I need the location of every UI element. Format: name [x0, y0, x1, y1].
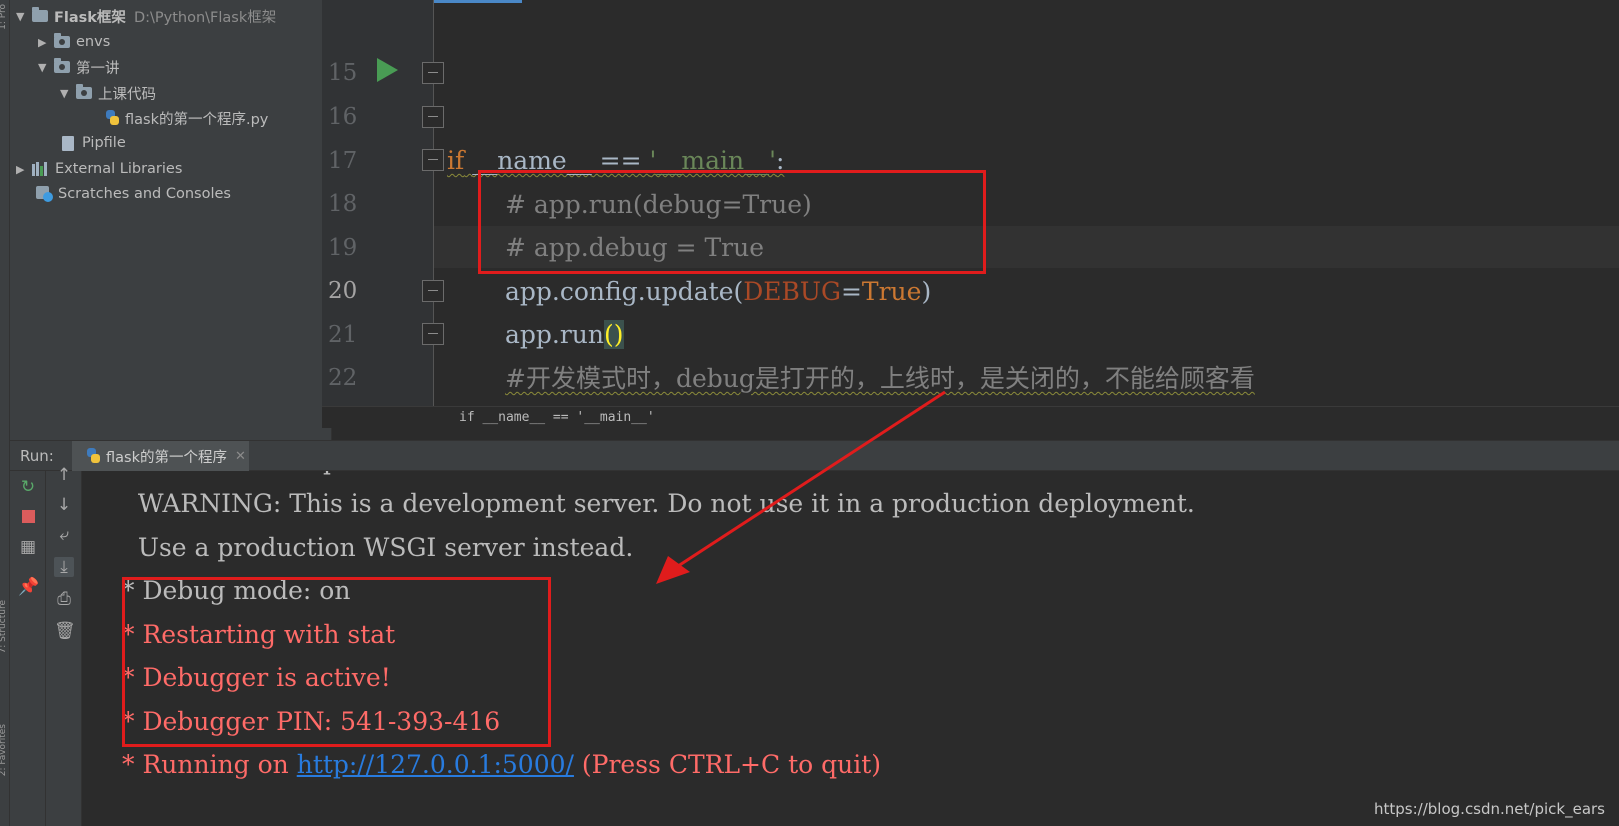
structure-tool-tab[interactable]: 7: Structure [0, 600, 8, 654]
folder-icon [76, 84, 92, 99]
tree-item-label: Pipfile [82, 135, 126, 151]
run-toolbar: ↻ ▦ 📌 [10, 471, 46, 826]
scratches-icon [36, 186, 54, 202]
breadcrumb-item[interactable]: if __name__ == '__main__' [459, 410, 655, 425]
python-icon [86, 447, 101, 465]
tree-item-lecture1[interactable]: ▼ 第一讲 [38, 55, 120, 79]
soft-wrap-icon[interactable]: ⤶ [54, 525, 74, 545]
tree-item-scratches[interactable]: Scratches and Consoles [36, 182, 231, 206]
tree-item-label: 上课代码 [98, 86, 156, 103]
stop-button[interactable] [18, 507, 38, 527]
python-file-icon [105, 109, 120, 127]
scroll-down-icon[interactable]: ↓ [54, 495, 74, 515]
code-line-15: 15 [322, 7, 1619, 86]
fold-icon[interactable] [422, 280, 444, 302]
code-line-17: 17 # app.run(debug=True) [322, 95, 1619, 219]
fold-icon[interactable] [422, 149, 444, 171]
breadcrumb[interactable]: if __name__ == '__main__' [322, 406, 1619, 428]
tree-item-label: flask的第一个程序.py [125, 111, 269, 128]
tree-item-external-libraries[interactable]: ▶ External Libraries [16, 157, 182, 181]
run-tab[interactable]: flask的第一个程序 ✕ [72, 441, 249, 471]
tree-item-envs[interactable]: ▶ envs [38, 30, 110, 54]
code-line-22: 22 #端口port默认是5000 [322, 312, 1619, 426]
console-annotation-box [122, 577, 551, 747]
collapsed-arrow-icon[interactable]: ▶ [38, 36, 51, 49]
run-panel-header: Run: flask的第一个程序 ✕ [10, 440, 1619, 471]
tree-item-class-code[interactable]: ▼ 上课代码 [60, 81, 156, 105]
tree-item-label: Scratches and Consoles [58, 186, 231, 202]
tree-item-label: envs [76, 34, 111, 50]
print-icon[interactable]: ⎙ [54, 589, 74, 609]
file-icon [62, 135, 74, 151]
collapsed-arrow-icon[interactable]: ▶ [16, 163, 29, 176]
stop-icon [21, 510, 35, 523]
fold-icon[interactable] [422, 62, 444, 84]
tree-root[interactable]: ▼ Flask框架 D:\Python\Flask框架 [16, 4, 276, 28]
tree-item-label: External Libraries [55, 161, 183, 177]
project-tool-tab[interactable]: 1: Pro [0, 4, 8, 30]
fold-icon[interactable] [422, 323, 444, 345]
expanded-arrow-icon[interactable]: ▼ [38, 61, 51, 74]
scroll-to-end-icon[interactable]: ⤓ [54, 557, 74, 577]
watermark: https://blog.csdn.net/pick_ears [1374, 800, 1605, 818]
code-line-23: 23 [322, 356, 1619, 426]
code-annotation-box [478, 170, 986, 274]
tool-window-strip: 1: Pro 7: Structure 2: Favorites [0, 0, 10, 826]
root-folder-label: Flask框架 [54, 9, 126, 26]
run-tab-label: flask的第一个程序 [106, 449, 227, 466]
console-line: Use a production WSGI server instead. [122, 533, 634, 562]
expanded-arrow-icon[interactable]: ▼ [60, 87, 73, 100]
close-icon[interactable]: ✕ [235, 449, 246, 464]
tree-item-pipfile[interactable]: Pipfile [62, 131, 126, 155]
root-path: D:\Python\Flask框架 [133, 9, 277, 26]
run-label: Run: [20, 447, 54, 465]
console-line: * Running on http://127.0.0.1:5000/ (Pre… [122, 750, 882, 779]
rerun-icon[interactable]: ↻ [18, 477, 38, 497]
tree-item-label: 第一讲 [76, 60, 120, 77]
folder-icon [54, 58, 70, 73]
favorites-tool-tab[interactable]: 2: Favorites [0, 724, 8, 776]
console-toolbar: ↑ ↓ ⤶ ⤓ ⎙ 🗑 [46, 465, 82, 826]
code-line-21: 21 #开发模式时，debug是打开的，上线时，是关闭的，不能给顾客看 [322, 269, 1619, 393]
folder-icon [54, 33, 70, 48]
layout-icon[interactable]: ▦ [18, 537, 38, 557]
tree-item-python-file[interactable]: flask的第一个程序.py [105, 106, 268, 130]
folder-icon [32, 7, 48, 22]
server-url-link[interactable]: http://127.0.0.1:5000/ [297, 750, 574, 779]
fold-icon[interactable] [422, 106, 444, 128]
expanded-arrow-icon[interactable]: ▼ [16, 10, 29, 23]
libraries-icon [32, 162, 50, 176]
scroll-up-icon[interactable]: ↑ [54, 465, 74, 485]
pin-icon[interactable]: 📌 [18, 577, 39, 597]
code-line-16: 16 if __name__ == '__main__': [322, 51, 1619, 175]
trash-icon[interactable]: 🗑 [54, 621, 76, 641]
project-tree: ▼ Flask框架 D:\Python\Flask框架 ▶ envs ▼ 第一讲… [10, 0, 332, 440]
console-line: WARNING: This is a development server. D… [122, 489, 1195, 518]
